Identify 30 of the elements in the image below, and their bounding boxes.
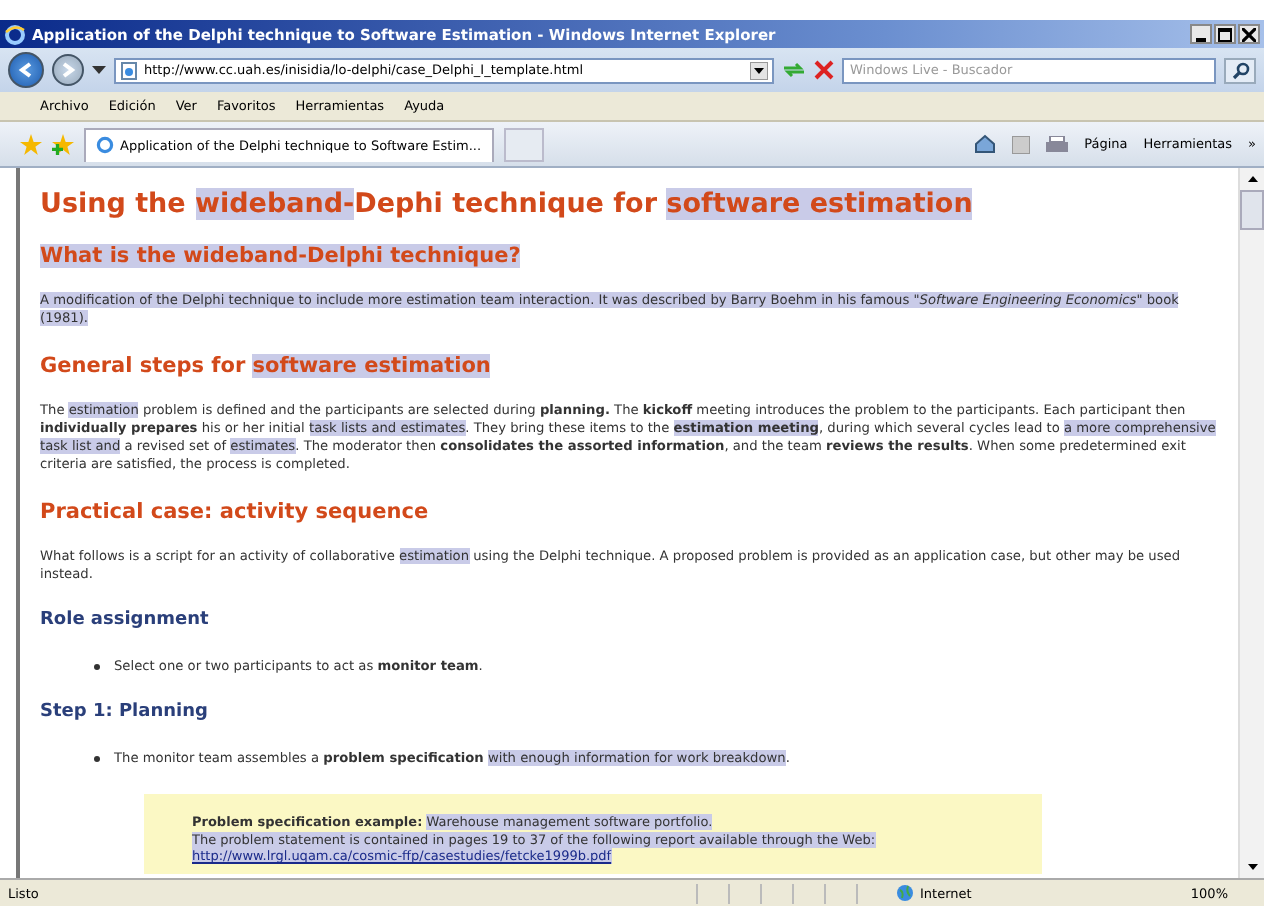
back-button[interactable] [8, 52, 44, 88]
page-heading: Using the wideband-Dephi technique for software estimation [40, 188, 975, 220]
section-heading: Practical case: activity sequence [40, 500, 431, 524]
vertical-scrollbar[interactable] [1238, 168, 1264, 878]
browser-logo-icon [96, 136, 114, 154]
search-icon [1231, 61, 1249, 79]
page-icon [120, 61, 138, 79]
close-button[interactable] [1238, 24, 1260, 44]
stop-icon[interactable] [814, 60, 834, 80]
globe-icon [896, 884, 914, 902]
star-icon[interactable] [20, 133, 42, 155]
bullet-icon [94, 663, 100, 669]
section-heading: General steps for software estimation [40, 354, 493, 378]
subsection-heading: Step 1: Planning [40, 702, 210, 722]
search-button[interactable] [1224, 57, 1256, 83]
maximize-button[interactable] [1214, 24, 1236, 44]
subsection-heading: Role assignment [40, 610, 211, 630]
minimize-button[interactable] [1190, 24, 1212, 44]
add-star-icon[interactable] [52, 133, 74, 155]
maximize-icon [1218, 27, 1232, 41]
home-icon[interactable] [974, 134, 997, 154]
bullet-icon [94, 755, 100, 761]
dropdown-arrow-icon[interactable] [92, 65, 106, 75]
scroll-thumb[interactable] [1240, 190, 1264, 230]
printer-icon[interactable] [1046, 135, 1069, 153]
close-icon [1242, 27, 1256, 41]
forward-button[interactable] [52, 54, 84, 86]
dropdown-arrow-icon[interactable] [750, 61, 768, 79]
browser-logo-icon [4, 23, 26, 45]
section-heading: What is the wideband-Delphi technique? [40, 244, 523, 268]
